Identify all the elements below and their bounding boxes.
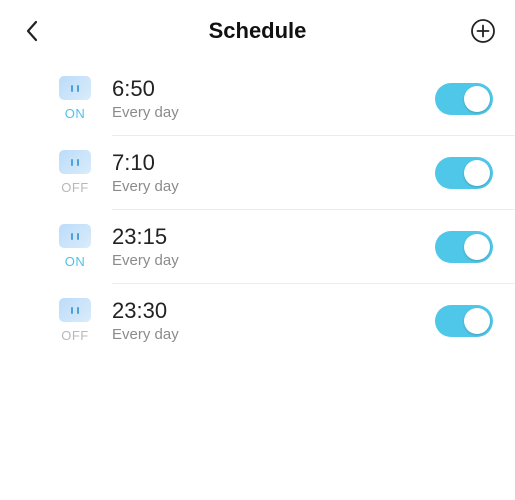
chevron-left-icon bbox=[24, 20, 40, 42]
schedule-info: 23:30 Every day bbox=[106, 298, 286, 342]
back-button[interactable] bbox=[18, 17, 46, 45]
schedule-repeat: Every day bbox=[112, 326, 286, 343]
schedule-enable-toggle[interactable] bbox=[435, 83, 493, 115]
toggle-knob bbox=[464, 234, 490, 260]
schedule-enable-toggle[interactable] bbox=[435, 305, 493, 337]
schedule-info: 6:50 Every day bbox=[106, 76, 286, 120]
schedule-action-label: ON bbox=[65, 254, 86, 269]
plus-circle-icon bbox=[470, 18, 496, 44]
schedule-action-indicator: ON bbox=[44, 224, 106, 269]
schedule-time: 6:50 bbox=[112, 76, 286, 101]
schedule-row[interactable]: OFF 23:30 Every day bbox=[0, 284, 515, 357]
schedule-repeat: Every day bbox=[112, 104, 286, 121]
schedule-enable-toggle[interactable] bbox=[435, 231, 493, 263]
schedule-action-indicator: ON bbox=[44, 76, 106, 121]
schedule-repeat: Every day bbox=[112, 178, 286, 195]
schedule-list: ON 6:50 Every day OFF 7:10 Every day ON … bbox=[0, 62, 515, 357]
schedule-time: 23:15 bbox=[112, 224, 286, 249]
schedule-time: 23:30 bbox=[112, 298, 286, 323]
schedule-action-indicator: OFF bbox=[44, 298, 106, 343]
schedule-row[interactable]: OFF 7:10 Every day bbox=[0, 136, 515, 209]
outlet-icon bbox=[59, 76, 91, 100]
outlet-icon bbox=[59, 224, 91, 248]
schedule-info: 23:15 Every day bbox=[106, 224, 286, 268]
toggle-knob bbox=[464, 308, 490, 334]
page-title: Schedule bbox=[209, 18, 307, 44]
add-schedule-button[interactable] bbox=[469, 17, 497, 45]
toggle-knob bbox=[464, 86, 490, 112]
schedule-repeat: Every day bbox=[112, 252, 286, 269]
schedule-action-label: OFF bbox=[61, 328, 89, 343]
header-bar: Schedule bbox=[0, 0, 515, 62]
schedule-action-label: OFF bbox=[61, 180, 89, 195]
schedule-time: 7:10 bbox=[112, 150, 286, 175]
schedule-info: 7:10 Every day bbox=[106, 150, 286, 194]
outlet-icon bbox=[59, 150, 91, 174]
schedule-enable-toggle[interactable] bbox=[435, 157, 493, 189]
schedule-row[interactable]: ON 6:50 Every day bbox=[0, 62, 515, 135]
schedule-action-indicator: OFF bbox=[44, 150, 106, 195]
outlet-icon bbox=[59, 298, 91, 322]
schedule-row[interactable]: ON 23:15 Every day bbox=[0, 210, 515, 283]
toggle-knob bbox=[464, 160, 490, 186]
schedule-action-label: ON bbox=[65, 106, 86, 121]
